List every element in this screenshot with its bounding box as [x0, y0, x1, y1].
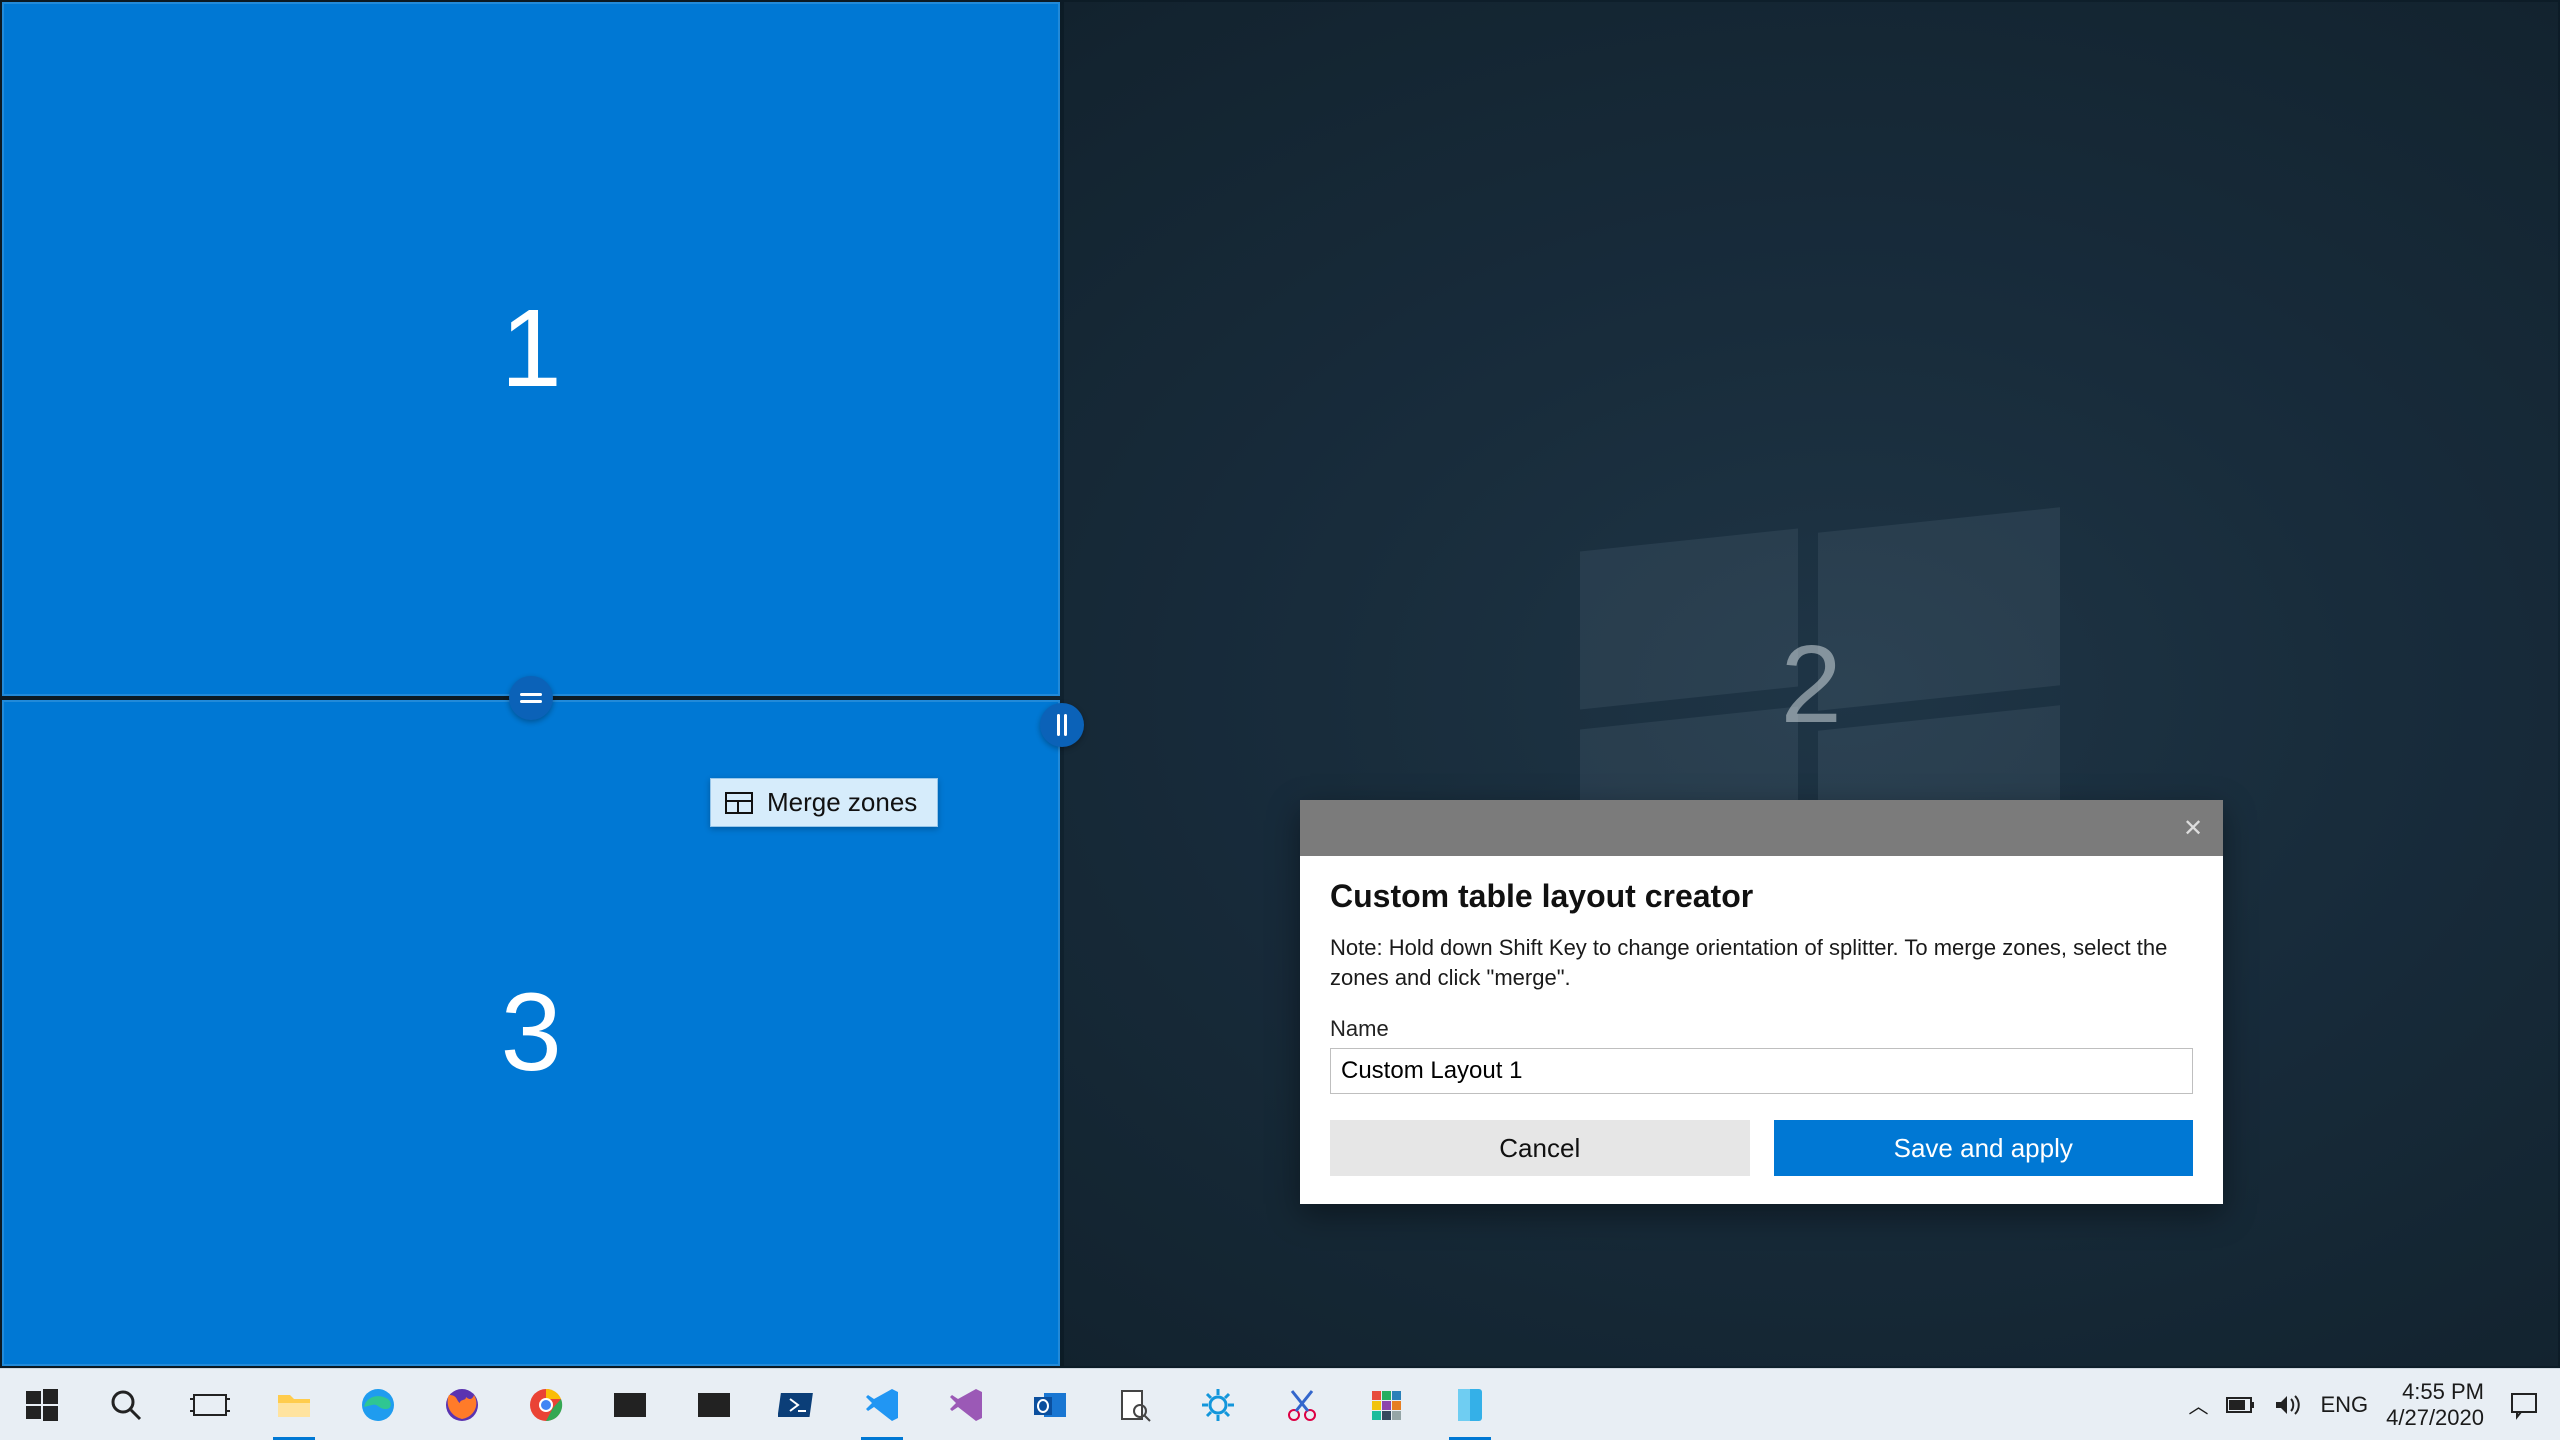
system-tray: ︿ ENG 4:55 PM 4/27/2020	[2174, 1369, 2560, 1440]
task-view-button[interactable]	[168, 1369, 252, 1440]
firefox-icon	[442, 1385, 482, 1425]
volume-icon[interactable]	[2274, 1394, 2302, 1416]
merge-zones-button[interactable]: Merge zones	[710, 778, 938, 827]
terminal-icon	[610, 1385, 650, 1425]
vscode-button[interactable]	[840, 1369, 924, 1440]
zone-3-number: 3	[501, 969, 562, 1096]
windows-start-icon	[22, 1385, 62, 1425]
services-button[interactable]	[1176, 1369, 1260, 1440]
file-explorer-button[interactable]	[252, 1369, 336, 1440]
name-label: Name	[1330, 1016, 2193, 1042]
task-view-icon	[190, 1385, 230, 1425]
powertoys-button[interactable]	[1428, 1369, 1512, 1440]
chrome-button[interactable]	[504, 1369, 588, 1440]
desktop: Recycle Bin 1 3 2 Merge zones	[0, 0, 2560, 1440]
dialog-title: Custom table layout creator	[1330, 878, 2193, 915]
clock-time: 4:55 PM	[2386, 1379, 2484, 1404]
search-icon	[106, 1385, 146, 1425]
terminal-1-button[interactable]	[588, 1369, 672, 1440]
firefox-button[interactable]	[420, 1369, 504, 1440]
terminal-icon	[694, 1385, 734, 1425]
close-icon: ✕	[2183, 814, 2203, 843]
snip-button[interactable]	[1260, 1369, 1344, 1440]
taskbar-pinned-apps	[0, 1369, 1512, 1440]
outlook-button[interactable]	[1008, 1369, 1092, 1440]
zone-1-number: 1	[501, 285, 562, 412]
color-picker-button[interactable]	[1344, 1369, 1428, 1440]
dialog-titlebar[interactable]: ✕	[1300, 800, 2223, 856]
layout-name-input[interactable]	[1330, 1048, 2193, 1094]
notification-icon	[2509, 1390, 2539, 1420]
cancel-button[interactable]: Cancel	[1330, 1120, 1750, 1176]
merge-zones-label: Merge zones	[767, 787, 917, 818]
layout-creator-dialog: ✕ Custom table layout creator Note: Hold…	[1300, 800, 2223, 1204]
clock-date: 4/27/2020	[2386, 1405, 2484, 1430]
zone-2-number: 2	[1781, 621, 1842, 748]
edge-button[interactable]	[336, 1369, 420, 1440]
zone-1[interactable]: 1	[2, 2, 1060, 696]
dialog-close-button[interactable]: ✕	[2171, 806, 2215, 850]
merge-zones-icon	[725, 792, 753, 814]
battery-icon[interactable]	[2226, 1395, 2256, 1415]
powershell-button[interactable]	[756, 1369, 840, 1440]
dialog-note: Note: Hold down Shift Key to change orie…	[1330, 933, 2193, 992]
winmerge-button[interactable]	[1092, 1369, 1176, 1440]
splitter-handle-horizontal[interactable]	[509, 676, 553, 720]
powertoys-icon	[1450, 1385, 1490, 1425]
vscode-icon	[862, 1385, 902, 1425]
start-button[interactable]	[0, 1369, 84, 1440]
document-search-icon	[1114, 1385, 1154, 1425]
gear-icon	[1198, 1385, 1238, 1425]
tray-overflow-chevron[interactable]: ︿	[2188, 1390, 2208, 1419]
edge-icon	[358, 1385, 398, 1425]
outlook-icon	[1030, 1385, 1070, 1425]
chrome-icon	[526, 1385, 566, 1425]
powershell-icon	[778, 1385, 818, 1425]
file-explorer-icon	[274, 1385, 314, 1425]
search-button[interactable]	[84, 1369, 168, 1440]
save-apply-button[interactable]: Save and apply	[1774, 1120, 2194, 1176]
language-indicator[interactable]: ENG	[2320, 1392, 2368, 1418]
action-center-button[interactable]	[2502, 1369, 2546, 1440]
visual-studio-icon	[946, 1385, 986, 1425]
scissors-icon	[1282, 1385, 1322, 1425]
taskbar: ︿ ENG 4:55 PM 4/27/2020	[0, 1368, 2560, 1440]
visual-studio-button[interactable]	[924, 1369, 1008, 1440]
terminal-2-button[interactable]	[672, 1369, 756, 1440]
color-grid-icon	[1366, 1385, 1406, 1425]
clock[interactable]: 4:55 PM 4/27/2020	[2386, 1379, 2484, 1430]
